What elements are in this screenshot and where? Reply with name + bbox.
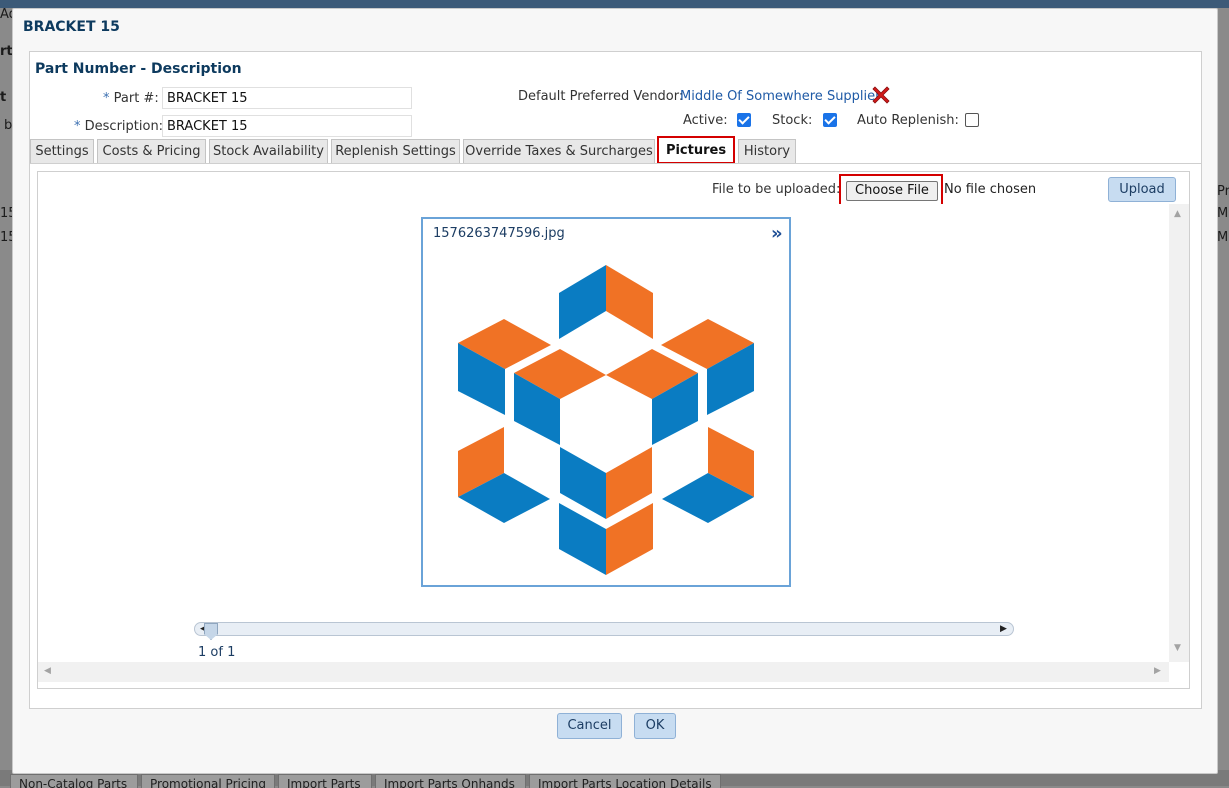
part-number-input[interactable]: BRACKET 15 bbox=[162, 87, 412, 109]
choose-file-button[interactable]: Choose File bbox=[846, 181, 938, 201]
part-dialog: BRACKET 15 Part Number - Description * P… bbox=[12, 8, 1218, 774]
vertical-scrollbar[interactable]: ▲ ▼ bbox=[1169, 204, 1189, 662]
background-text: Mi bbox=[1217, 206, 1229, 221]
file-upload-label: File to be uploaded: bbox=[712, 182, 841, 197]
slider-right-arrow-icon[interactable]: ▶ bbox=[1000, 624, 1007, 634]
vendor-label: Default Preferred Vendor: bbox=[518, 89, 684, 104]
background-text: t bbox=[0, 90, 7, 105]
stock-checkbox[interactable] bbox=[823, 113, 837, 127]
horizontal-scrollbar[interactable]: ◀ ▶ bbox=[38, 662, 1169, 682]
background-text: Pr bbox=[1217, 184, 1229, 199]
auto-replenish-label: Auto Replenish: bbox=[857, 113, 959, 128]
required-mark: * bbox=[74, 119, 81, 134]
dialog-title: BRACKET 15 bbox=[23, 19, 120, 35]
tab-override-taxes[interactable]: Override Taxes & Surcharges bbox=[463, 139, 655, 163]
picture-pager: 1 of 1 bbox=[198, 645, 236, 660]
picture-slider-track[interactable] bbox=[194, 622, 1014, 636]
tab-pictures[interactable]: Pictures bbox=[657, 136, 735, 164]
scroll-up-icon[interactable]: ▲ bbox=[1174, 210, 1181, 219]
scroll-right-icon[interactable]: ▶ bbox=[1154, 667, 1161, 676]
background-topbar bbox=[0, 0, 1229, 8]
scroll-down-icon[interactable]: ▼ bbox=[1174, 644, 1181, 653]
part-panel: Part Number - Description * Part #: BRAC… bbox=[29, 51, 1202, 709]
active-checkbox[interactable] bbox=[737, 113, 751, 127]
auto-replenish-checkbox[interactable] bbox=[965, 113, 979, 127]
tab-settings[interactable]: Settings bbox=[30, 139, 94, 163]
active-label: Active: bbox=[683, 113, 728, 128]
picture-filename: 1576263747596.jpg bbox=[433, 226, 565, 241]
choose-file-highlight: Choose File bbox=[839, 174, 943, 206]
remove-vendor-icon[interactable] bbox=[872, 86, 890, 104]
picture-scroll-area: 1576263747596.jpg » ◀ ▶ 1 of 1 ▲ ▼ ◀ ▶ bbox=[38, 204, 1189, 688]
cube-logo-image bbox=[458, 265, 754, 575]
description-label: * Description: bbox=[74, 119, 164, 134]
upload-button[interactable]: Upload bbox=[1108, 177, 1176, 202]
required-mark: * bbox=[103, 91, 110, 106]
tab-divider bbox=[30, 163, 1201, 164]
panel-title: Part Number - Description bbox=[35, 61, 242, 77]
part-number-label: * Part #: bbox=[103, 91, 159, 106]
cancel-button[interactable]: Cancel bbox=[557, 713, 622, 739]
tab-replenish-settings[interactable]: Replenish Settings bbox=[331, 139, 460, 163]
tab-stock-availability[interactable]: Stock Availability bbox=[209, 139, 328, 163]
stock-label: Stock: bbox=[772, 113, 813, 128]
picture-card[interactable]: 1576263747596.jpg » bbox=[421, 217, 791, 587]
tab-costs-pricing[interactable]: Costs & Pricing bbox=[97, 139, 206, 163]
more-options-icon[interactable]: » bbox=[771, 223, 783, 244]
description-input[interactable]: BRACKET 15 bbox=[162, 115, 412, 137]
background-text: Mi bbox=[1217, 230, 1229, 245]
scroll-left-icon[interactable]: ◀ bbox=[44, 667, 51, 676]
picture-slider-thumb[interactable] bbox=[204, 623, 218, 640]
pictures-tab-content: File to be uploaded: Choose File No file… bbox=[37, 171, 1190, 689]
ok-button[interactable]: OK bbox=[634, 713, 676, 739]
no-file-text: No file chosen bbox=[944, 182, 1037, 197]
tab-history[interactable]: History bbox=[738, 139, 796, 163]
vendor-link[interactable]: Middle Of Somewhere Supplier bbox=[680, 89, 881, 104]
